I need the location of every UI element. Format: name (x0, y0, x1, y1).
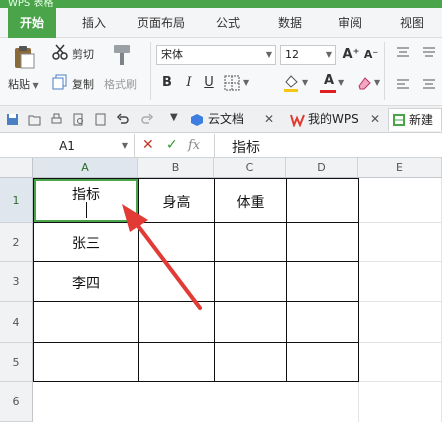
underline-button[interactable]: U (200, 74, 218, 92)
row-header-6[interactable]: 6 (0, 382, 33, 422)
select-all-corner[interactable] (0, 158, 33, 178)
document-icon[interactable] (94, 113, 107, 126)
confirm-icon[interactable]: ✓ (166, 137, 178, 153)
close-icon[interactable]: ✕ (370, 108, 380, 131)
font-name-select[interactable]: 宋体 ▼ (156, 45, 276, 65)
formula-divider (214, 134, 215, 158)
tab-cloud-docs[interactable]: 云文档 ✕ (188, 108, 280, 131)
spreadsheet-grid: A B C D E 1 2 3 4 5 6 指标 身高 体重 张三 李四 (0, 158, 442, 422)
chevron-down-icon[interactable]: ▼ (243, 78, 249, 87)
border-icon[interactable] (224, 75, 240, 91)
paste-icon[interactable] (12, 44, 36, 70)
print-preview-icon[interactable] (72, 113, 85, 126)
paste-label: 粘贴 (8, 78, 30, 91)
format-painter-button[interactable]: 格式刷 (104, 76, 137, 92)
cube-icon (191, 114, 203, 126)
menu-bar: 开始 插入 页面布局 公式 数据 审阅 视图 (0, 8, 442, 38)
tab-cloud-docs-label: 云文档 (208, 112, 245, 126)
row-header-3[interactable]: 3 (0, 262, 33, 302)
column-header-b[interactable]: B (138, 158, 214, 178)
menu-tab-start[interactable]: 开始 (8, 8, 56, 38)
formula-bar: A1 ▼ ✕ ✓ fx 指标 (0, 134, 442, 158)
font-size-value: 12 (285, 48, 299, 61)
chevron-down-icon[interactable]: ▼ (374, 78, 380, 87)
chevron-down-icon[interactable]: ▼ (338, 78, 344, 87)
row-header-5[interactable]: 5 (0, 343, 33, 382)
format-painter-icon[interactable] (110, 42, 134, 68)
font-size-select[interactable]: 12 ▼ (280, 45, 336, 65)
close-icon[interactable]: ✕ (264, 108, 274, 131)
ribbon-divider (384, 42, 385, 100)
ribbon-divider (150, 42, 151, 100)
chevron-down-icon[interactable]: ▼ (170, 112, 178, 123)
copy-icon[interactable] (52, 74, 68, 90)
align-top-icon[interactable] (396, 46, 410, 58)
name-box-value: A1 (59, 139, 75, 153)
menu-tab-review[interactable]: 审阅 (328, 8, 372, 38)
menu-tab-formulas[interactable]: 公式 (206, 8, 250, 38)
font-shrink-button[interactable]: A⁻ (362, 46, 380, 64)
quick-access-bar: ▼ 云文档 ✕ 我的WPS ✕ 新建 (0, 106, 442, 133)
row-header-2[interactable]: 2 (0, 223, 33, 262)
chevron-down-icon: ▼ (325, 50, 332, 59)
print-icon[interactable] (50, 113, 63, 126)
table-border (33, 381, 359, 382)
cell-c1[interactable]: 体重 (215, 192, 286, 212)
cancel-icon[interactable]: ✕ (142, 137, 154, 153)
paste-button[interactable]: 粘贴 ▼ (8, 76, 39, 92)
open-folder-icon[interactable] (28, 113, 41, 126)
chevron-down-icon[interactable]: ▼ (302, 78, 308, 87)
cut-button[interactable]: 剪切 (72, 46, 94, 62)
tab-my-wps-label: 我的WPS (308, 112, 359, 126)
menu-tab-view[interactable]: 视图 (390, 8, 434, 38)
chevron-down-icon: ▼ (265, 50, 272, 59)
copy-button[interactable]: 复制 (72, 76, 94, 92)
chevron-down-icon: ▼ (121, 141, 128, 150)
redo-icon[interactable] (140, 112, 154, 126)
ribbon-toolbar: 粘贴 ▼ 剪切 复制 格式刷 宋体 ▼ 12 ▼ A⁺ A⁻ B I U ▼ ▼… (0, 38, 442, 106)
row-header-4[interactable]: 4 (0, 302, 33, 343)
spreadsheet-icon (393, 114, 405, 126)
wps-logo-icon (290, 114, 305, 127)
undo-icon[interactable] (116, 112, 130, 126)
formula-input[interactable]: 指标 (232, 137, 260, 157)
bold-button[interactable]: B (158, 74, 176, 92)
eraser-icon[interactable] (356, 75, 372, 91)
insert-function-button[interactable]: fx (188, 138, 200, 153)
fill-color-icon[interactable] (282, 73, 300, 93)
text-cursor (86, 202, 87, 218)
menu-tab-insert[interactable]: 插入 (70, 8, 118, 38)
name-box[interactable]: A1 ▼ (0, 134, 135, 158)
column-header-d[interactable]: D (286, 158, 358, 178)
table-border (286, 178, 287, 382)
row-header-1[interactable]: 1 (0, 178, 33, 223)
align-left-icon[interactable] (396, 78, 410, 90)
annotation-arrow (122, 204, 202, 310)
menu-tab-page-layout[interactable]: 页面布局 (128, 8, 194, 38)
align-middle-icon[interactable] (422, 46, 436, 58)
italic-button[interactable]: I (180, 74, 198, 92)
font-grow-button[interactable]: A⁺ (342, 46, 360, 64)
app-title-bar: WPS 表格 (0, 0, 442, 9)
font-name-value: 宋体 (161, 48, 183, 61)
tab-new-workbook-label: 新建 (409, 113, 434, 127)
align-center-icon[interactable] (422, 78, 436, 90)
column-header-a[interactable]: A (33, 158, 138, 178)
tab-new-workbook[interactable]: 新建 (388, 108, 442, 131)
font-color-button[interactable]: A (320, 72, 338, 90)
tab-my-wps[interactable]: 我的WPS ✕ (288, 108, 384, 131)
table-border (33, 342, 359, 343)
column-header-e[interactable]: E (358, 158, 442, 178)
column-header-c[interactable]: C (214, 158, 286, 178)
font-color-swatch (320, 90, 336, 93)
save-icon[interactable] (6, 113, 19, 126)
table-border (358, 178, 359, 382)
menu-tab-data[interactable]: 数据 (268, 8, 312, 38)
scissors-icon[interactable] (52, 44, 68, 60)
